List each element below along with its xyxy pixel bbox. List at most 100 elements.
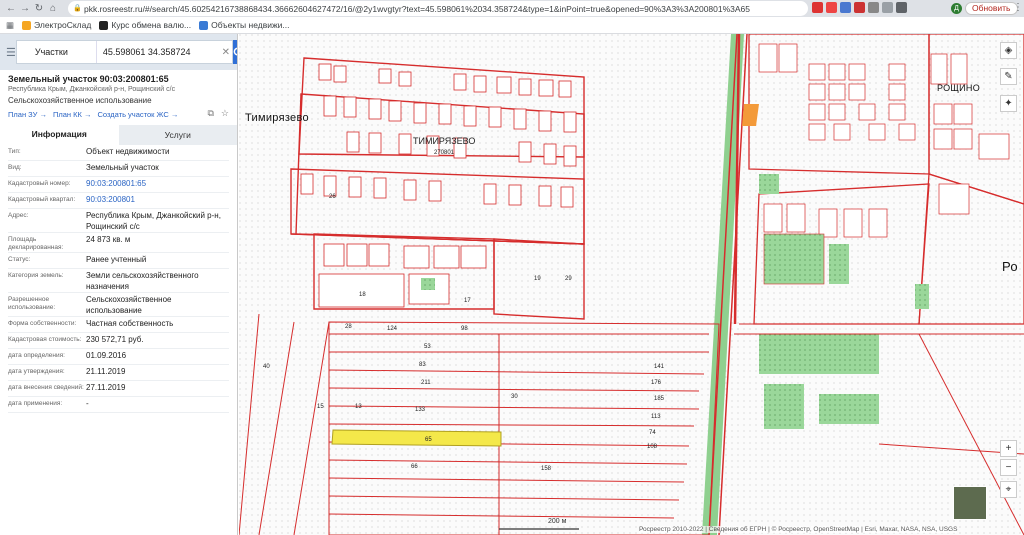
extension-icon[interactable]	[840, 2, 851, 13]
info-value: Земельный участок	[86, 163, 159, 172]
info-label: Кадастровая стоимость:	[8, 336, 82, 343]
selected-parcel[interactable]	[331, 429, 502, 447]
parcel-number: 30	[511, 394, 518, 400]
bookmark-favicon	[99, 20, 109, 30]
parcel-number: 13	[355, 404, 362, 410]
info-label: Вид:	[8, 164, 22, 171]
hamburger-icon[interactable]: ☰	[6, 46, 16, 59]
zoom-out-button[interactable]: −	[1000, 459, 1017, 476]
parcel-number: 176	[651, 380, 662, 386]
info-row: дата утверждения: 21.11.2019	[8, 365, 229, 381]
parcel-number: 28	[345, 324, 352, 330]
search-input[interactable]	[96, 47, 220, 57]
village-label: ТИМИРЯЗЕВО	[413, 136, 476, 146]
attribution[interactable]: Росреестр 2010-2022 | Сведения об ЕГРН |…	[639, 526, 958, 533]
update-button[interactable]: Обновить	[965, 2, 1018, 15]
lock-icon: 🔒	[73, 5, 82, 12]
parcel-number: 211	[421, 380, 431, 386]
apps-icon[interactable]: ▦	[6, 20, 14, 31]
back-icon[interactable]: ←	[4, 3, 18, 14]
compass-icon[interactable]: ✦	[1000, 95, 1017, 112]
info-value-link[interactable]: 90:03:200801	[86, 193, 229, 208]
zoom-in-button[interactable]: +	[1000, 440, 1017, 457]
info-value: 01.09.2016	[86, 351, 127, 360]
parcel-number: 113	[651, 414, 661, 420]
info-value: Ранее учтенный	[86, 255, 147, 264]
info-value: 27.11.2019	[86, 383, 126, 392]
puzzle-icon[interactable]	[882, 2, 893, 13]
ruler-icon[interactable]: ✎	[1000, 68, 1017, 85]
menu-icon[interactable]: ⋮	[1013, 2, 1023, 13]
village-code: 270801	[434, 150, 455, 156]
create-parcel-link[interactable]: Создать участок ЖС →	[97, 110, 178, 119]
address-bar[interactable]: 🔒 pkk.rosreestr.ru/#/search/45.602542167…	[68, 1, 808, 16]
minimap[interactable]	[953, 486, 987, 520]
layers-icon[interactable]: ◈	[1000, 42, 1017, 59]
search-type-select[interactable]: Участки	[17, 41, 97, 63]
avatar[interactable]: Д	[951, 3, 962, 14]
parcel-number: 53	[424, 344, 431, 350]
info-row: Разрешенное использование: Сельскохозяйст…	[8, 293, 229, 317]
info-label: Категория земель:	[8, 272, 64, 279]
extension-icon[interactable]	[812, 2, 823, 13]
location-icon[interactable]: ⌖	[1000, 481, 1017, 498]
map-canvas[interactable]	[239, 34, 1024, 535]
town-label: Тимирязево	[245, 112, 309, 124]
parcel-number: 98	[461, 326, 468, 332]
info-label: Кадастровый номер:	[8, 180, 71, 187]
object-address: Республика Крым, Джанкойский р-н, Рощинс…	[8, 86, 176, 93]
info-row: Категория земель: Земли сельскохозяйствен…	[8, 269, 229, 293]
info-row: дата применения: -	[8, 397, 229, 413]
info-row: Площадь декларированная: 24 873 кв. м	[8, 233, 229, 253]
reload-icon[interactable]: ↻	[32, 3, 46, 14]
info-label: Тип:	[8, 148, 21, 155]
info-label: дата внесения сведений:	[8, 384, 84, 391]
tab-services[interactable]: Услуги	[118, 125, 237, 145]
parcel-number: 40	[263, 364, 270, 370]
parcel-number: 158	[541, 466, 552, 472]
info-row: Тип: Объект недвижимости	[8, 145, 229, 161]
info-value: Объект недвижимости	[86, 147, 170, 156]
info-value: Частная собственность	[86, 319, 174, 328]
info-row: Кадастровая стоимость: 230 572,71 руб.	[8, 333, 229, 349]
bookmark-label: ЭлектроСклад	[34, 20, 92, 30]
plan-zu-link[interactable]: План ЗУ →	[8, 110, 47, 119]
extension-icon[interactable]	[854, 2, 865, 13]
parcel-number: 17	[464, 298, 471, 304]
forward-icon[interactable]: →	[18, 3, 32, 14]
home-icon[interactable]: ⌂	[46, 3, 60, 14]
bookmark-favicon	[22, 20, 32, 30]
plan-kk-link[interactable]: План КК →	[53, 110, 92, 119]
search-field: Участки ✕	[15, 40, 233, 64]
info-label: Адрес:	[8, 212, 29, 219]
browser-toolbar: ← → ↻ ⌂ 🔒 pkk.rosreestr.ru/#/search/45.6…	[0, 0, 1024, 17]
info-label: дата утверждения:	[8, 368, 65, 375]
search-button[interactable]	[232, 40, 237, 64]
parcel-number: 141	[654, 364, 665, 370]
bookmark-item[interactable]: Объекты недвижи...	[199, 20, 290, 30]
extension-icon[interactable]	[896, 2, 907, 13]
parcel-number: 133	[415, 407, 426, 413]
info-value: 21.11.2019	[86, 367, 126, 376]
info-label: Площадь декларированная:	[8, 236, 64, 251]
extension-icon[interactable]	[826, 2, 837, 13]
bookmark-favicon	[199, 20, 209, 30]
info-label: дата применения:	[8, 400, 63, 407]
tab-information[interactable]: Информация	[0, 125, 119, 145]
info-row: дата внесения сведений: 27.11.2019	[8, 381, 229, 397]
cadastral-map[interactable]: Тимирязево ТИМИРЯЗЕВО 270801 РОЩИНО Ро 1…	[239, 34, 1024, 535]
info-value-link[interactable]: 90:03:200801:65	[86, 177, 229, 192]
copy-icon[interactable]: ⧉	[207, 108, 213, 119]
object-header: Земельный участок 90:03:200801:65 Респуб…	[0, 70, 237, 119]
extension-icon[interactable]	[868, 2, 879, 13]
star-icon[interactable]: ☆	[221, 108, 229, 119]
info-row: Адрес: Республика Крым, Джанкойский р-н, …	[8, 209, 229, 233]
info-value: Республика Крым, Джанкойский р-н, Рощинс…	[86, 211, 221, 231]
bookmark-item[interactable]: Курс обмена валю...	[99, 20, 191, 30]
info-list: Тип: Объект недвижимости Вид: Земельный уча…	[0, 145, 237, 413]
clear-icon[interactable]: ✕	[220, 47, 232, 58]
bookmark-item[interactable]: ЭлектроСклад	[22, 20, 91, 30]
info-label: дата определения:	[8, 352, 65, 359]
info-row: Статус: Ранее учтенный	[8, 253, 229, 269]
parcel-number: 65	[425, 437, 432, 443]
